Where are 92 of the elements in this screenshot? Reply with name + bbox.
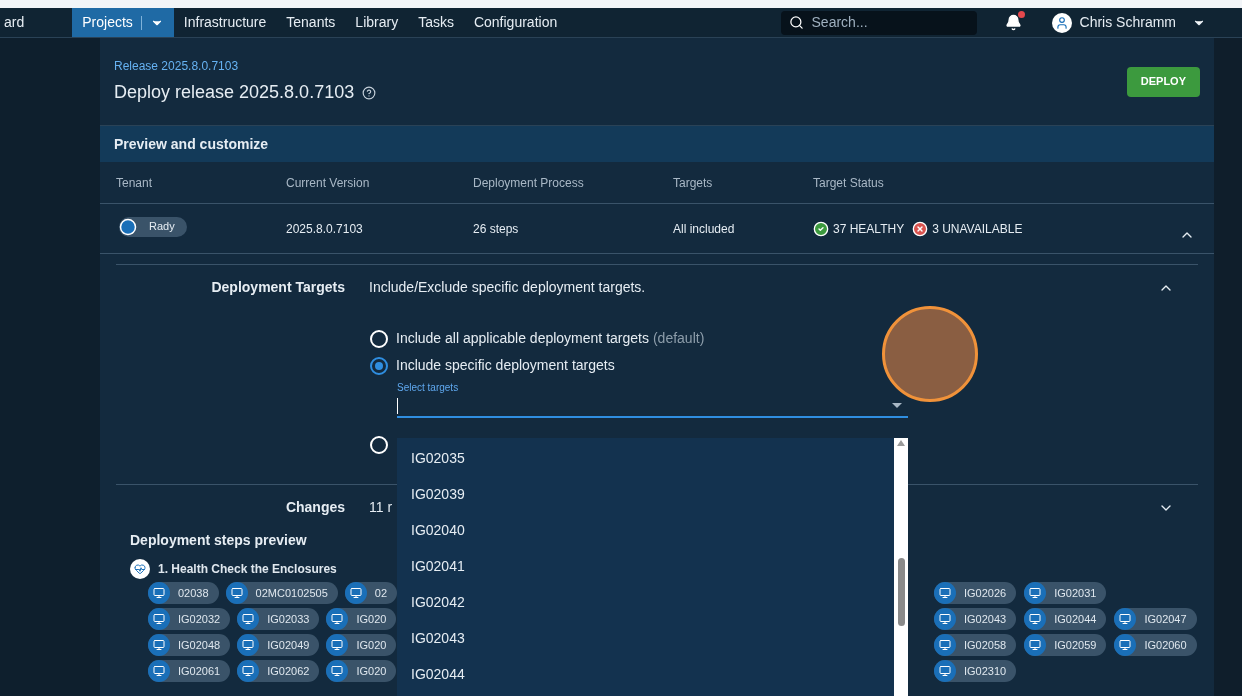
- field-label: Changes: [284, 498, 345, 517]
- monitor-icon: [242, 613, 255, 625]
- target-chip: IG02047: [1114, 608, 1197, 630]
- user-icon: [119, 217, 137, 236]
- monitor-icon: [242, 639, 255, 651]
- target-chip: IG02310: [934, 660, 1017, 682]
- radio-option[interactable]: Include all applicable deployment targets (default): [370, 328, 1214, 349]
- column-header: Current Version: [286, 174, 371, 192]
- nav-tab[interactable]: Tenants: [276, 8, 346, 37]
- column-header: Tenant: [116, 174, 154, 192]
- check-icon: [813, 220, 829, 237]
- dropdown-option[interactable]: IG02042: [397, 584, 894, 620]
- target-chip: IG02031: [1024, 582, 1107, 604]
- healthy-status: 37 HEALTHY: [813, 219, 905, 238]
- monitor-icon: [1119, 639, 1132, 651]
- dropdown-option[interactable]: IG02035: [397, 440, 894, 476]
- target-chip: 02038: [148, 582, 219, 604]
- monitor-icon: [331, 665, 344, 677]
- search-field[interactable]: Search...: [780, 10, 977, 35]
- monitor-icon: [242, 665, 255, 677]
- avatar-icon: [1054, 15, 1069, 30]
- target-chip: IG020: [326, 660, 397, 682]
- target-chip: IG020: [326, 634, 397, 656]
- monitor-icon: [153, 639, 165, 651]
- search-icon: [788, 15, 804, 30]
- nav-tab[interactable]: Infrastructure: [173, 8, 277, 37]
- error-icon: [912, 220, 929, 237]
- target-chip: IG02026: [934, 582, 1017, 604]
- monitor-icon: [939, 613, 951, 625]
- monitor-icon: [939, 587, 951, 599]
- column-header: Targets: [673, 174, 714, 192]
- deploy-button[interactable]: DEPLOY: [1126, 66, 1200, 97]
- monitor-icon: [230, 587, 243, 599]
- target-chip: IG02044: [1024, 608, 1107, 630]
- targets-cell-text: All included: [673, 220, 736, 238]
- section-header: Preview and customize: [100, 126, 1214, 162]
- target-chip: IG02048: [148, 634, 231, 656]
- heart-icon: [134, 563, 146, 575]
- monitor-icon: [939, 639, 951, 651]
- target-chip: IG02058: [934, 634, 1017, 656]
- unavailable-status: 3 UNAVAILABLE: [912, 219, 1023, 238]
- monitor-icon: [349, 587, 362, 599]
- target-chip: IG02059: [1024, 634, 1107, 656]
- user-menu[interactable]: Chris Schramm: [1051, 12, 1206, 33]
- target-chip: IG02062: [237, 660, 320, 682]
- target-chip: IG020: [326, 608, 397, 630]
- help-icon[interactable]: [362, 85, 377, 100]
- target-chip: 02: [344, 582, 397, 604]
- target-chip: IG02032: [148, 608, 231, 630]
- process-cell-text: 26 steps: [473, 220, 520, 238]
- field-description: Include/Exclude specific deployment targets.: [369, 278, 647, 297]
- dropdown-option[interactable]: IG02044: [397, 656, 894, 692]
- monitor-icon: [939, 665, 951, 677]
- dropdown-option[interactable]: IG02039: [397, 476, 894, 512]
- version-cell-text: 2025.8.0.7103: [286, 220, 364, 238]
- target-chip: IG02061: [148, 660, 231, 682]
- tenant-chip: Rady: [119, 216, 187, 237]
- nav-tab[interactable]: Tasks: [408, 8, 464, 37]
- monitor-icon: [153, 613, 165, 625]
- target-chip: IG02033: [237, 608, 320, 630]
- monitor-icon: [331, 639, 344, 651]
- monitor-icon: [153, 665, 165, 677]
- dropdown-option[interactable]: IG02041: [397, 548, 894, 584]
- target-chip: IG02043: [934, 608, 1017, 630]
- monitor-icon: [153, 587, 165, 599]
- page-title: Deploy release 2025.8.0.7103: [114, 81, 355, 104]
- monitor-icon: [331, 613, 344, 625]
- nav-tab[interactable]: Projects: [72, 8, 174, 37]
- subsection-title: Deployment steps preview: [130, 531, 307, 550]
- monitor-icon: [1029, 613, 1042, 625]
- field-value: 11 r: [369, 498, 393, 517]
- monitor-icon: [1029, 587, 1042, 599]
- radio-option[interactable]: Include specific deployment targets: [370, 355, 1214, 376]
- nav-tab[interactable]: Configuration: [463, 8, 568, 37]
- column-header: Target Status: [813, 174, 884, 192]
- monitor-icon: [1029, 639, 1042, 651]
- target-chip: IG02060: [1114, 634, 1197, 656]
- step-title: 1. Health Check the Enclosures: [158, 561, 337, 578]
- notification-icon[interactable]: [1004, 14, 1022, 31]
- target-chip: IG02049: [237, 634, 320, 656]
- nav-tab[interactable]: ard: [0, 8, 45, 37]
- target-chip: 02MC0102505: [225, 582, 338, 604]
- dropdown-option[interactable]: IG02043: [397, 620, 894, 656]
- dropdown-option[interactable]: IG02040: [397, 512, 894, 548]
- radio-button[interactable]: [370, 436, 388, 454]
- field-label: Deployment Targets: [210, 278, 345, 297]
- monitor-icon: [1119, 613, 1132, 625]
- scrollbar[interactable]: [894, 438, 908, 696]
- breadcrumb-link[interactable]: Release 2025.8.0.7103: [114, 57, 1127, 75]
- dropdown-caret-icon[interactable]: [892, 403, 902, 408]
- nav-tab[interactable]: Library: [345, 8, 409, 37]
- column-header: Deployment Process: [473, 174, 585, 192]
